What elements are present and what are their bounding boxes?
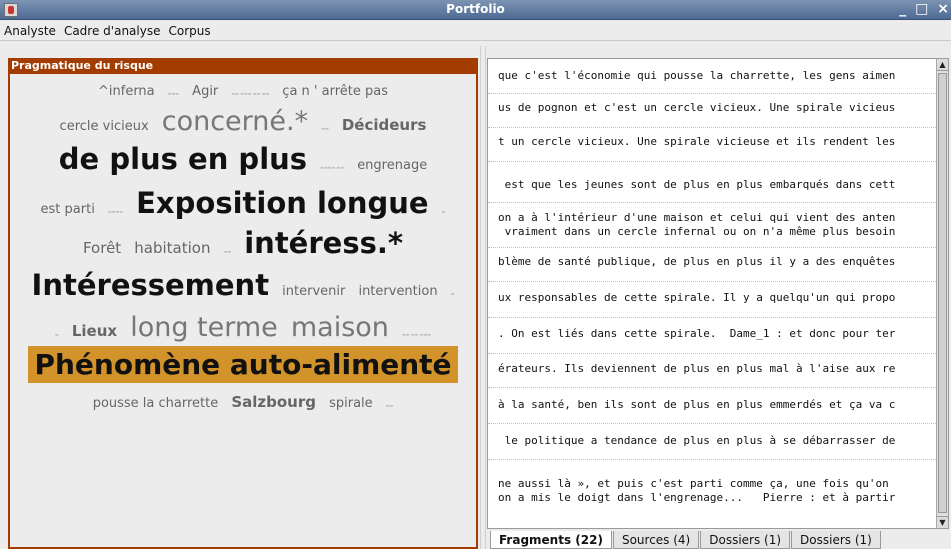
tag-agir[interactable]: Agir	[192, 84, 218, 99]
fragment-separator	[488, 281, 936, 282]
bottom-tabs: Fragments (22) Sources (4) Dossiers (1) …	[490, 531, 882, 549]
tag-de-plus-en-plus[interactable]: de plus en plus	[59, 142, 307, 176]
tag-engrenage[interactable]: engrenage	[357, 158, 427, 173]
tag-lieux[interactable]: Lieux	[72, 322, 117, 340]
fragment-separator	[488, 459, 936, 460]
menu-corpus[interactable]: Corpus	[164, 21, 214, 38]
tag-interessement[interactable]: Intéressement	[32, 268, 270, 302]
tag-pousse-la-charrette[interactable]: pousse la charrette	[93, 396, 219, 411]
tag-tiny[interactable]: ▬▬ ▬▬ ▬▬▬	[402, 332, 431, 337]
tag-decideurs[interactable]: Décideurs	[342, 116, 427, 134]
scroll-thumb[interactable]	[938, 73, 947, 513]
tag-tiny[interactable]: ▬	[442, 209, 446, 214]
tag-tiny[interactable]: ▬▬	[386, 403, 394, 408]
tag-est-parti[interactable]: est parti	[41, 202, 95, 217]
tag-intervention[interactable]: intervention	[358, 284, 437, 299]
fragment-line[interactable]: vraiment dans un cercle infernal ou on n…	[498, 225, 896, 238]
fragment-separator	[488, 423, 936, 424]
menu-cadre-analyse[interactable]: Cadre d'analyse	[60, 21, 165, 38]
fragment-line[interactable]: on a à l'intérieur d'une maison et celui…	[498, 211, 895, 224]
tab-fragments[interactable]: Fragments (22)	[490, 531, 612, 549]
panel-title: Pragmatique du risque	[8, 58, 478, 74]
menu-bar: Analyste Cadre d'analyse Corpus	[0, 21, 951, 41]
tag-interess[interactable]: intéress.*	[244, 226, 403, 260]
fragment-line[interactable]: us de pognon et c'est un cercle vicieux.…	[498, 101, 895, 114]
tag-tiny[interactable]: ▬	[451, 291, 455, 296]
tag-spirale[interactable]: spirale	[329, 396, 373, 411]
tag-tiny[interactable]: ▬▬▬▬	[108, 209, 123, 214]
fragment-line[interactable]: que c'est l'économie qui pousse la charr…	[498, 69, 895, 82]
window-controls[interactable]: _ □ ×	[899, 1, 951, 17]
fragment-line[interactable]: blème de santé publique, de plus en plus…	[498, 255, 895, 268]
vertical-scrollbar[interactable]: ▲ ▼	[936, 59, 948, 528]
tag-intervenir[interactable]: intervenir	[282, 284, 345, 299]
fragment-separator	[488, 127, 936, 128]
tag-phenomene-auto-alimente[interactable]: Phénomène auto-alimenté	[28, 346, 458, 383]
tab-dossiers-2[interactable]: Dossiers (1)	[791, 531, 881, 549]
tag-habitation[interactable]: habitation	[134, 239, 210, 257]
tag-tiny[interactable]: ▬▬▬▬ ▬▬	[320, 165, 344, 170]
fragments-panel: que c'est l'économie qui pousse la charr…	[487, 58, 949, 529]
tag-inferna[interactable]: ^inferna	[98, 84, 155, 99]
tag-tiny[interactable]: ▬▬	[224, 249, 232, 254]
tab-dossiers[interactable]: Dossiers (1)	[700, 531, 791, 549]
fragment-separator	[488, 353, 936, 354]
split-divider[interactable]	[480, 46, 486, 549]
tag-tiny[interactable]: ▬▬ ▬▬▬ ▬▬ ▬▬	[231, 91, 269, 96]
tag-tiny[interactable]: ▬▬	[321, 126, 329, 131]
fragment-line[interactable]: érateurs. Ils deviennent de plus en plus…	[498, 362, 895, 375]
tag-tiny[interactable]: ▬▬▬	[168, 91, 179, 96]
tag-maison[interactable]: maison	[291, 312, 389, 343]
fragment-separator	[488, 247, 936, 248]
title-bar: Portfolio _ □ ×	[0, 0, 951, 20]
fragment-line[interactable]: . On est liés dans cette spirale. Dame_1…	[498, 327, 895, 340]
scroll-down-arrow-icon[interactable]: ▼	[937, 516, 948, 528]
fragment-line[interactable]: ne aussi là », et puis c'est parti comme…	[498, 477, 895, 490]
fragment-line[interactable]: ux responsables de cette spirale. Il y a…	[498, 291, 895, 304]
tag-exposition-longue[interactable]: Exposition longue	[136, 186, 428, 220]
tag-ca-n-arrete-pas[interactable]: ça n ' arrête pas	[282, 84, 388, 99]
tag-tiny[interactable]: ▬	[55, 332, 59, 337]
scroll-up-arrow-icon[interactable]: ▲	[937, 59, 948, 71]
tag-salzbourg[interactable]: Salzbourg	[231, 393, 316, 411]
tag-long-terme[interactable]: long terme	[130, 312, 278, 343]
fragment-separator	[488, 317, 936, 318]
fragment-separator	[488, 93, 936, 94]
fragment-line[interactable]: est que les jeunes sont de plus en plus …	[498, 178, 896, 191]
tab-sources[interactable]: Sources (4)	[612, 531, 700, 549]
fragment-line[interactable]: à la santé, ben ils sont de plus en plus…	[498, 398, 895, 411]
menu-analyste[interactable]: Analyste	[0, 21, 60, 38]
fragment-line[interactable]: on a mis le doigt dans l'engrenage... Pi…	[498, 491, 895, 504]
fragment-separator	[488, 202, 936, 203]
fragment-separator	[488, 387, 936, 388]
tag-concerne[interactable]: concerné.*	[162, 106, 308, 137]
tag-cercle-vicieux[interactable]: cercle vicieux	[60, 119, 149, 134]
fragment-line[interactable]: t un cercle vicieux. Une spirale vicieus…	[498, 135, 895, 148]
window-title: Portfolio	[446, 2, 505, 16]
fragment-line[interactable]: le politique a tendance de plus en plus …	[498, 434, 896, 447]
tag-cloud: ^inferna ▬▬▬ Agir ▬▬ ▬▬▬ ▬▬ ▬▬ ça n ' ar…	[10, 76, 476, 416]
portfolio-window: Portfolio _ □ × Analyste Cadre d'analyse…	[0, 0, 951, 549]
tag-foret[interactable]: Forêt	[83, 239, 121, 257]
fragment-separator	[488, 161, 936, 162]
